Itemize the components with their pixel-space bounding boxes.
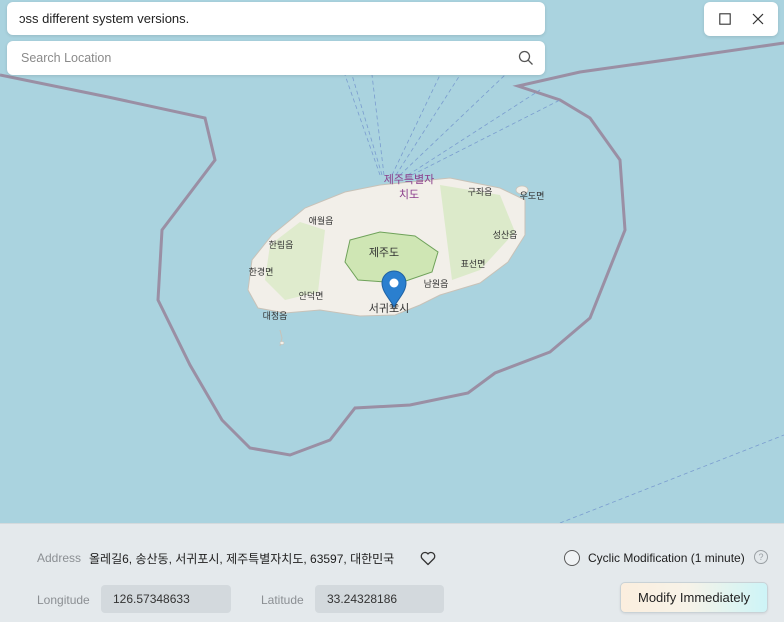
map-label-seogwipo: 서귀포시 — [369, 302, 409, 315]
cyclic-modification-radio[interactable] — [564, 550, 580, 566]
map-label-hallim: 한림읍 — [269, 239, 294, 251]
help-icon[interactable]: ? — [754, 550, 768, 564]
window-controls — [704, 2, 778, 36]
map-view[interactable]: 제주특별자 치도 구좌읍 우도면 애월읍 성산읍 한림읍 제주도 표선면 한경면… — [0, 0, 784, 523]
map-label-jeju-2: 치도 — [399, 188, 419, 201]
search-input[interactable] — [19, 50, 517, 66]
map-label-aewol: 애월읍 — [309, 215, 334, 227]
maximize-icon — [718, 13, 731, 25]
map-label-seongsan: 성산읍 — [493, 230, 518, 241]
map-label-namwon: 남원읍 — [424, 279, 449, 290]
address-label: Address — [37, 551, 82, 565]
latitude-label: Latitude — [261, 593, 304, 607]
favorite-button[interactable] — [419, 549, 437, 567]
notification-banner: ɔss different system versions. — [7, 2, 545, 35]
address-value: 올레길6, 송산동, 서귀포시, 제주특별자치도, 63597, 대한민국 — [89, 552, 395, 566]
map-label-island: 제주도 — [369, 246, 399, 259]
search-bar[interactable] — [7, 41, 545, 75]
map-label-udo: 우도면 — [520, 191, 545, 202]
close-icon — [752, 13, 763, 25]
cyclic-modification-label: Cyclic Modification (1 minute) — [588, 551, 745, 565]
map-label-pyoseon: 표선면 — [461, 259, 486, 270]
heart-icon — [420, 551, 436, 565]
location-panel: Address 올레길6, 송산동, 서귀포시, 제주특별자치도, 63597,… — [0, 523, 784, 622]
map-label-hangyeong: 한경면 — [249, 266, 274, 278]
map-label-jeju-1: 제주특별자 — [384, 173, 435, 186]
close-button[interactable] — [744, 5, 772, 33]
longitude-field[interactable]: 126.57348633 — [101, 585, 231, 613]
modify-immediately-button[interactable]: Modify Immediately — [620, 582, 768, 613]
longitude-label: Longitude — [37, 593, 90, 607]
map-label-jocheon: 구좌읍 — [468, 187, 493, 198]
latitude-field[interactable]: 33.24328186 — [315, 585, 444, 613]
banner-text: ɔss different system versions. — [19, 11, 190, 26]
map-label-daejeong: 대정읍 — [263, 311, 288, 322]
map-label-andeok: 안덕면 — [299, 291, 324, 302]
islet — [279, 341, 285, 345]
maximize-button[interactable] — [711, 5, 739, 33]
search-icon[interactable] — [517, 49, 535, 67]
